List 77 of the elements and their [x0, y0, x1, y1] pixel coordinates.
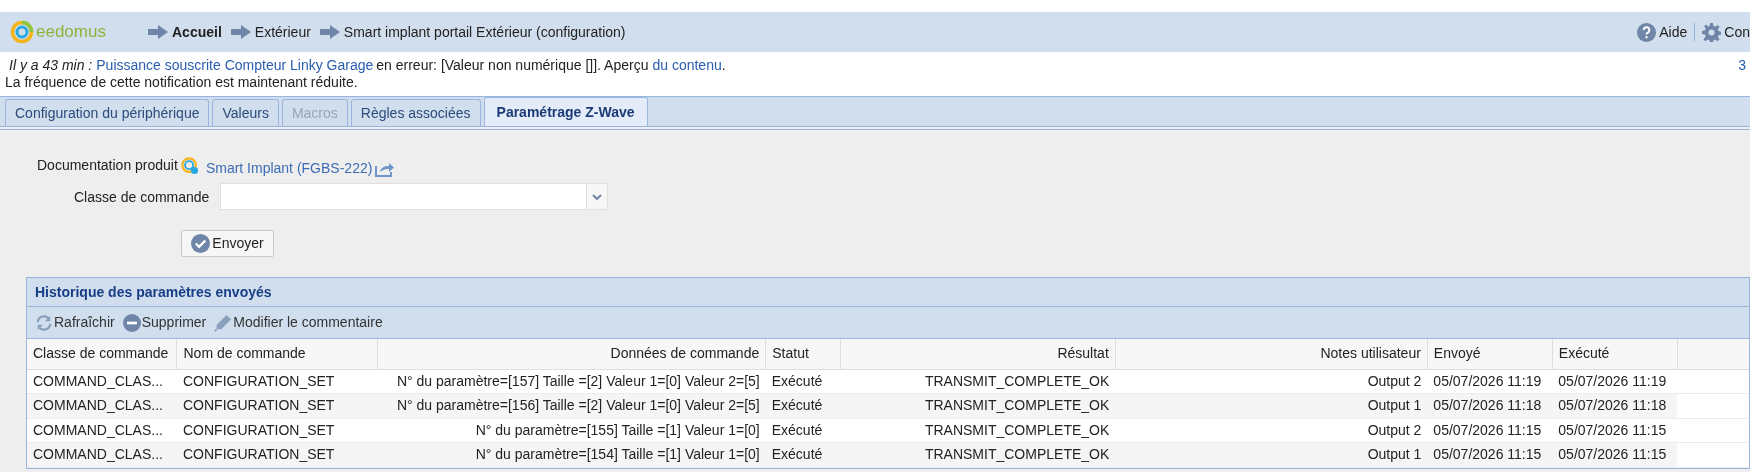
share-icon[interactable] — [375, 160, 396, 177]
notification-text: La fréquence de cette notification est maintenant réduite. — [5, 74, 359, 91]
column-header[interactable]: Résultat — [840, 339, 1116, 369]
table-cell: TRANSMIT_COMPLETE_OK — [840, 442, 1116, 467]
tab[interactable]: Configuration du périphérique — [5, 99, 210, 126]
table-cell: 05/07/2026 11:15 — [1552, 442, 1678, 467]
table-cell: N° du paramètre=[157] Taille =[2] Valeur 1=[0] Valeur 2=[5] — [377, 369, 766, 394]
product-link[interactable]: Smart Implant (FGBS-222) — [205, 158, 373, 179]
table-cell: 05/07/2026 11:19 — [1552, 369, 1678, 394]
table-cell: Output 2 — [1115, 369, 1428, 394]
table-cell: 05/07/2026 11:15 — [1552, 418, 1678, 443]
table-cell: N° du paramètre=[156] Taille =[2] Valeur 1=[0] Valeur 2=[5] — [377, 393, 766, 418]
logo-icon — [10, 20, 34, 44]
table-cell: Exécuté — [765, 393, 841, 418]
help-icon[interactable] — [1637, 22, 1657, 42]
search-icon — [180, 156, 199, 175]
minus-icon — [122, 313, 141, 332]
table-cell: CONFIGURATION_SET — [177, 393, 378, 418]
chevron-down-icon — [592, 193, 602, 200]
notification-text: . — [721, 57, 726, 74]
send-button[interactable]: Envoyer — [181, 230, 274, 257]
column-header[interactable]: Notes utilisateur — [1115, 339, 1428, 369]
notification-count[interactable]: 3 — [1738, 57, 1746, 74]
toolbar-button[interactable]: Rafraîchir — [35, 312, 115, 333]
field-label: Classe de commande — [74, 188, 210, 207]
table-cell: TRANSMIT_COMPLETE_OK — [840, 418, 1116, 443]
settings-icon[interactable] — [1702, 22, 1722, 42]
table-cell: N° du paramètre=[154] Taille =[1] Valeur 1=[0] — [377, 442, 766, 467]
table-cell: COMMAND_CLAS... — [27, 393, 177, 418]
table-cell: Output 1 — [1115, 442, 1428, 467]
table-cell: N° du paramètre=[155] Taille =[1] Valeur 1=[0] — [377, 418, 766, 443]
table-cell: 05/07/2026 11:19 — [1427, 369, 1553, 394]
tab[interactable]: Paramétrage Z-Wave — [483, 97, 648, 126]
notification-link[interactable]: Puissance souscrite Compteur Linky Garage — [96, 57, 374, 74]
breadcrumb-link[interactable]: Accueil — [172, 21, 222, 43]
table-cell: COMMAND_CLAS... — [27, 418, 177, 443]
column-header[interactable]: Classe de commande — [27, 339, 177, 369]
settings-link[interactable]: Con — [1724, 21, 1750, 43]
column-header[interactable]: Exécuté — [1552, 339, 1678, 369]
table-cell: 05/07/2026 11:15 — [1427, 442, 1553, 467]
toolbar-button[interactable]: Modifier le commentaire — [214, 312, 383, 333]
tab[interactable]: Règles associées — [350, 99, 481, 126]
panel-title: Historique des paramètres envoyés — [27, 278, 1749, 307]
tab[interactable]: Valeurs — [212, 99, 279, 126]
arrow-icon — [230, 25, 251, 39]
help-link[interactable]: Aide — [1659, 21, 1688, 43]
notification-text: en erreur: [Valeur non numérique []]. Aperçu — [376, 57, 649, 74]
notification-time: Il y a 43 min : — [9, 57, 93, 74]
table-cell: Exécuté — [765, 442, 841, 467]
field-label: Documentation produit — [37, 156, 178, 175]
table-cell: CONFIGURATION_SET — [177, 369, 378, 394]
table-cell: 05/07/2026 11:18 — [1552, 393, 1678, 418]
table-cell: COMMAND_CLAS... — [27, 369, 177, 394]
arrow-icon — [148, 25, 168, 39]
column-header[interactable]: Envoyé — [1427, 339, 1553, 369]
refresh-icon — [35, 314, 53, 331]
table-cell: TRANSMIT_COMPLETE_OK — [840, 369, 1116, 394]
column-header[interactable]: Statut — [765, 339, 841, 369]
table-cell: Exécuté — [765, 369, 841, 394]
breadcrumb-link[interactable]: Smart implant portail Extérieur (configuration) — [343, 21, 626, 43]
table-cell: CONFIGURATION_SET — [177, 442, 378, 467]
notification-link[interactable]: du contenu — [652, 57, 722, 74]
breadcrumb-link[interactable]: Extérieur — [254, 21, 311, 43]
pencil-icon — [214, 313, 233, 332]
table-cell: 05/07/2026 11:15 — [1427, 418, 1553, 443]
table-cell: Output 2 — [1115, 418, 1428, 443]
table-cell: CONFIGURATION_SET — [177, 418, 378, 443]
toolbar-button[interactable]: Supprimer — [122, 312, 207, 333]
table-cell: TRANSMIT_COMPLETE_OK — [840, 393, 1116, 418]
column-header[interactable]: Nom de commande — [177, 339, 378, 369]
table-cell: 05/07/2026 11:18 — [1427, 393, 1553, 418]
check-icon — [191, 234, 211, 253]
table-cell: COMMAND_CLAS... — [27, 442, 177, 467]
column-header[interactable]: Données de commande — [377, 339, 766, 369]
arrow-icon — [319, 25, 340, 39]
table-cell: Output 1 — [1115, 393, 1428, 418]
table-cell: Exécuté — [765, 418, 841, 443]
